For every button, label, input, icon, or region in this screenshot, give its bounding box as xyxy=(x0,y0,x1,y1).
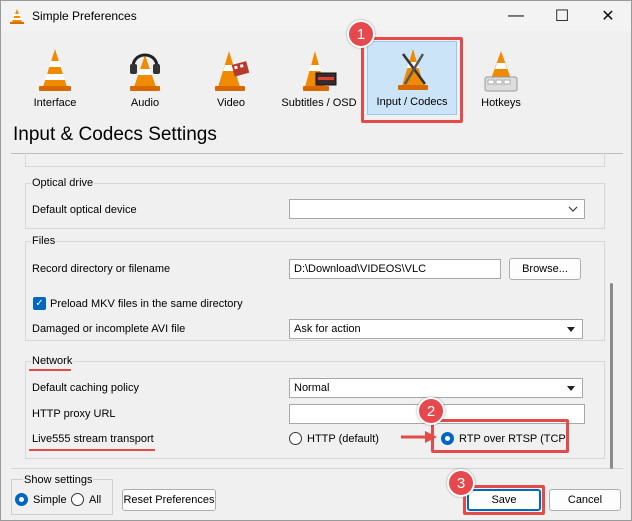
radio-http-default[interactable] xyxy=(289,432,302,445)
cone-headphones-icon xyxy=(130,53,160,91)
group-title-network: Network xyxy=(31,355,74,367)
title-bar: Simple Preferences — ☐ ✕ xyxy=(1,1,631,31)
category-video[interactable]: Video xyxy=(189,43,273,117)
label-simple: Simple xyxy=(33,494,67,506)
step-badge-3: 3 xyxy=(447,469,475,497)
label-avi-file: Damaged or incomplete AVI file xyxy=(32,323,186,335)
category-label: Audio xyxy=(130,97,160,109)
record-directory-input[interactable]: D:\Download\VIDEOS\VLC xyxy=(289,259,501,279)
label-record-directory: Record directory or filename xyxy=(32,263,171,275)
label-all: All xyxy=(89,494,102,506)
category-label: Video xyxy=(217,97,245,109)
chevron-down-icon xyxy=(568,206,578,212)
category-label: Interface xyxy=(33,97,77,109)
vertical-scrollbar[interactable] xyxy=(610,283,613,469)
radio-simple[interactable] xyxy=(15,493,28,506)
category-bar: Interface Audio Video Subtitles / OSD In… xyxy=(9,39,623,119)
caching-policy-select[interactable]: Normal xyxy=(289,378,583,398)
category-label: Hotkeys xyxy=(481,97,521,109)
close-button[interactable]: ✕ xyxy=(585,1,631,31)
category-audio[interactable]: Audio xyxy=(103,43,187,117)
annotation-underline-transport xyxy=(29,449,155,451)
caret-down-icon xyxy=(567,386,575,391)
avi-action-select[interactable]: Ask for action xyxy=(289,319,583,339)
minimize-button[interactable]: — xyxy=(493,1,539,31)
preferences-window: Simple Preferences — ☐ ✕ Interface Audio… xyxy=(0,0,632,521)
label-default-optical-device: Default optical device xyxy=(32,204,137,216)
reset-preferences-button[interactable]: Reset Preferences xyxy=(122,489,216,511)
radio-all[interactable] xyxy=(71,493,84,506)
label-preload-mkv: Preload MKV files in the same directory xyxy=(50,298,243,310)
cone-icon xyxy=(39,49,71,91)
cone-subtitles-icon xyxy=(303,51,337,91)
category-interface[interactable]: Interface xyxy=(13,43,97,117)
step-badge-2: 2 xyxy=(417,397,445,425)
category-subtitles[interactable]: Subtitles / OSD xyxy=(277,43,361,117)
caret-down-icon xyxy=(567,327,575,332)
category-label: Subtitles / OSD xyxy=(281,97,357,109)
annotation-underline-network xyxy=(29,369,71,371)
label-http-proxy: HTTP proxy URL xyxy=(32,408,116,420)
show-settings-title: Show settings xyxy=(23,474,94,486)
label-caching-policy: Default caching policy xyxy=(32,382,140,394)
group-previous-end xyxy=(25,153,605,167)
vlc-cone-icon xyxy=(10,9,24,24)
cone-film-icon xyxy=(215,51,249,91)
highlight-box-rtsp xyxy=(431,419,569,453)
optical-device-select[interactable] xyxy=(289,199,585,219)
highlight-box-save xyxy=(463,485,545,515)
highlight-box-input-codecs xyxy=(361,37,463,123)
category-hotkeys[interactable]: Hotkeys xyxy=(459,43,543,117)
label-http-default: HTTP (default) xyxy=(307,433,379,445)
maximize-button[interactable]: ☐ xyxy=(539,1,585,31)
group-title-files: Files xyxy=(31,235,57,247)
window-title: Simple Preferences xyxy=(32,9,137,23)
cancel-button[interactable]: Cancel xyxy=(549,489,621,511)
page-title: Input & Codecs Settings xyxy=(13,124,217,145)
preload-mkv-checkbox[interactable]: ✓ xyxy=(33,297,46,310)
step-badge-1: 1 xyxy=(347,20,375,48)
browse-button[interactable]: Browse... xyxy=(509,258,581,280)
label-stream-transport: Live555 stream transport xyxy=(32,433,154,445)
settings-scroll-area[interactable]: Optical drive Default optical device Fil… xyxy=(11,153,623,469)
group-title-optical: Optical drive xyxy=(31,177,95,189)
cone-keys-icon xyxy=(484,51,518,92)
